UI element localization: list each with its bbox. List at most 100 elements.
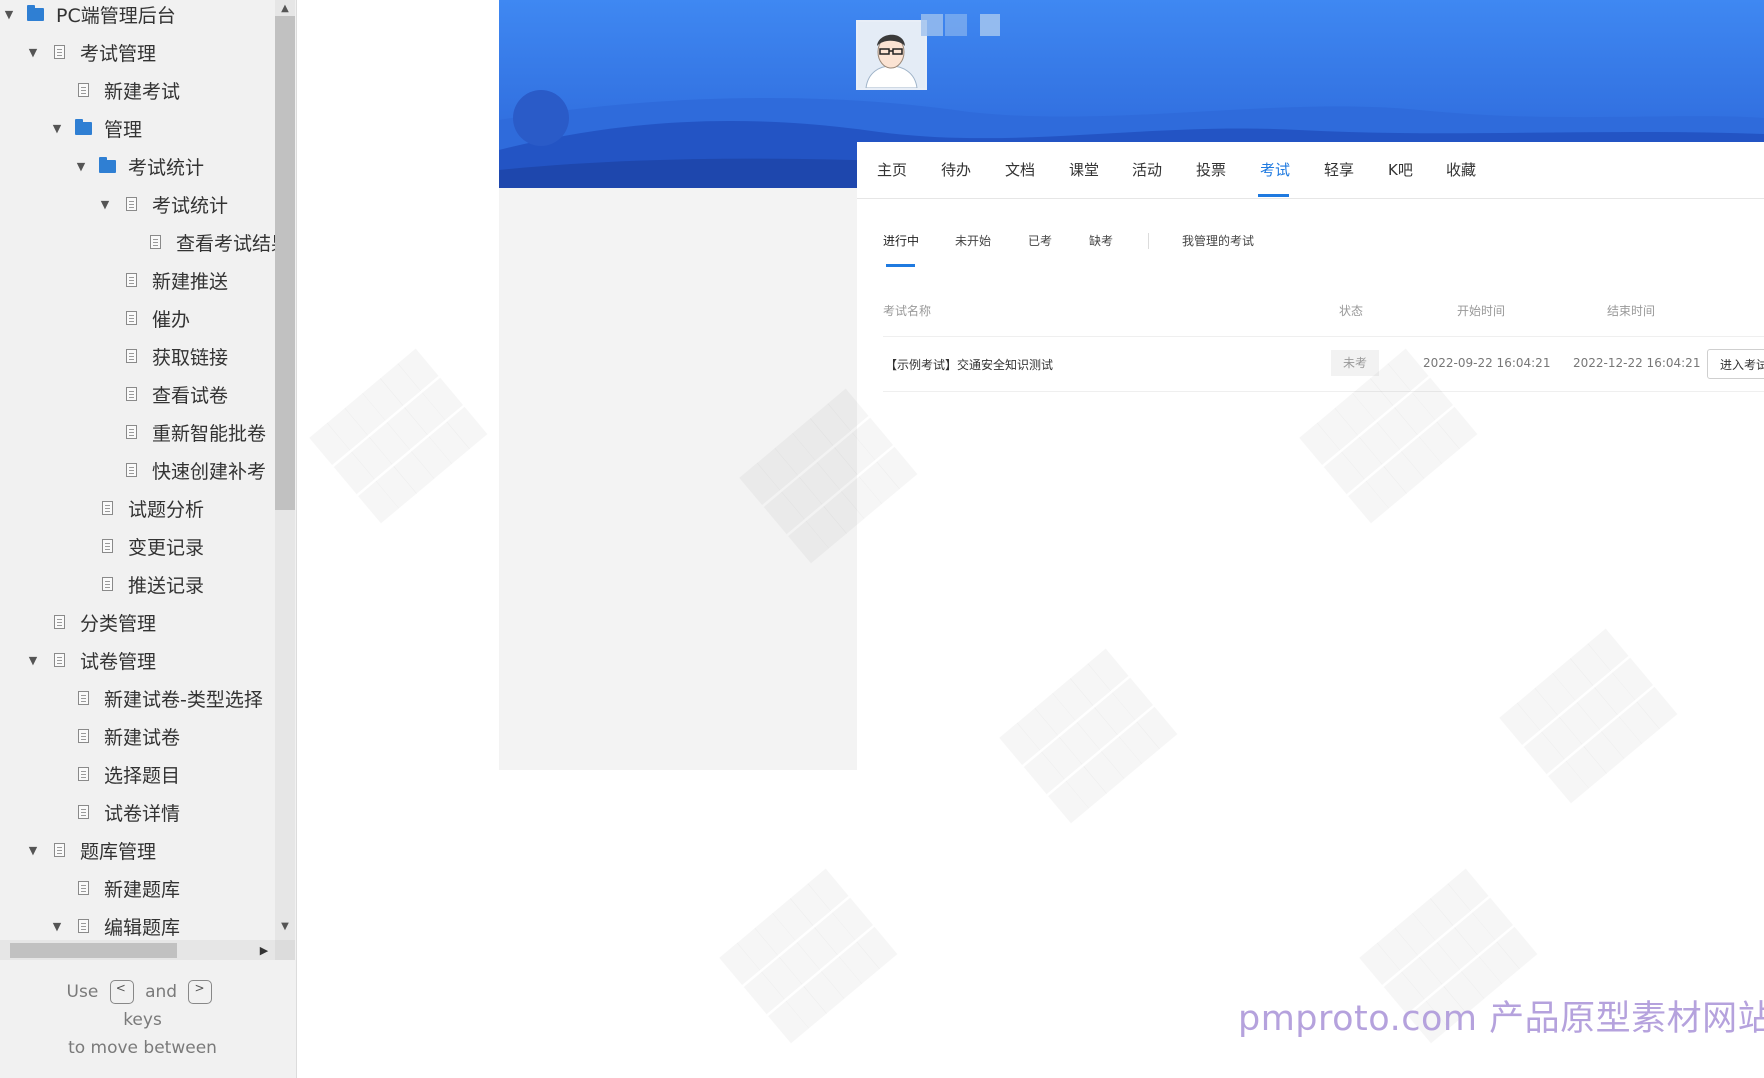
tree-item-label: 新建题库	[104, 878, 181, 901]
tree-item[interactable]: ▼变更记录	[74, 530, 204, 562]
blurred-username	[921, 14, 943, 36]
tree-item[interactable]: ▼新建题库	[50, 872, 180, 904]
user-avatar[interactable]	[856, 20, 927, 90]
page-icon	[74, 766, 92, 782]
nav-tab[interactable]: K吧	[1388, 142, 1413, 198]
tree-horizontal-scrollbar[interactable]: ▶	[0, 940, 275, 960]
tree-item-label: 新建试卷	[104, 726, 181, 749]
vertical-scroll-thumb[interactable]	[275, 16, 295, 510]
page-icon	[122, 196, 140, 212]
tree-vertical-scrollbar[interactable]: ▲ ▼	[275, 0, 295, 940]
hint-move-text: to move between	[68, 1038, 217, 1058]
tree-item[interactable]: ▼新建试卷-类型选择	[50, 682, 263, 714]
nav-tab[interactable]: 文档	[1005, 142, 1035, 198]
expand-triangle-icon[interactable]: ▼	[74, 160, 88, 173]
tree-item[interactable]: ▼新建推送	[98, 264, 228, 296]
tree-item[interactable]: ▼试卷详情	[50, 796, 180, 828]
page-icon	[50, 652, 68, 668]
sub-tab[interactable]: 已考	[1028, 232, 1052, 249]
tree-item-label: 新建推送	[152, 270, 229, 293]
tree-item-label: 查看试卷	[152, 384, 229, 407]
tree-item[interactable]: ▼新建考试	[50, 74, 180, 106]
sub-tab[interactable]: 我管理的考试	[1182, 232, 1254, 249]
tree-item[interactable]: ▼选择题目	[50, 758, 180, 790]
enter-exam-button[interactable]: 进入考试	[1707, 349, 1764, 379]
nav-tab[interactable]: 收藏	[1446, 142, 1476, 198]
prototype-left-panel	[499, 188, 857, 770]
tree-item[interactable]: ▼ 考试统计	[74, 150, 204, 182]
scroll-up-arrow-icon[interactable]: ▲	[275, 0, 295, 16]
page-icon	[50, 842, 68, 858]
scroll-right-arrow-icon[interactable]: ▶	[254, 940, 274, 960]
tree-item[interactable]: ▼分类管理	[26, 606, 156, 638]
page-icon	[122, 310, 140, 326]
nav-tab[interactable]: 活动	[1132, 142, 1162, 198]
expand-triangle-icon[interactable]: ▼	[50, 920, 64, 933]
sub-tab[interactable]: 缺考	[1089, 232, 1113, 249]
page-icon	[98, 576, 116, 592]
tree-item[interactable]: ▼试题分析	[74, 492, 204, 524]
tree-item[interactable]: ▼查看考试结果	[122, 226, 275, 258]
page-icon	[74, 690, 92, 706]
tree-item[interactable]: ▼新建试卷	[50, 720, 180, 752]
nav-tab[interactable]: 考试	[1260, 142, 1290, 198]
scrollbar-corner	[275, 940, 295, 960]
tree-item[interactable]: ▼获取链接	[98, 340, 228, 372]
tree-item[interactable]: ▼ PC端管理后台	[2, 0, 176, 30]
tree-item-label: PC端管理后台	[56, 4, 176, 27]
tree-item-label: 重新智能批卷	[152, 422, 267, 445]
page-icon	[122, 424, 140, 440]
page-icon	[74, 728, 92, 744]
tree-item[interactable]: ▼推送记录	[74, 568, 204, 600]
folder-icon	[74, 118, 92, 136]
expand-triangle-icon[interactable]: ▼	[26, 46, 40, 59]
tree-item-label: 考试统计	[152, 194, 229, 217]
diagonal-watermark: ██████████████████	[720, 869, 899, 1045]
tree-item[interactable]: ▼重新智能批卷	[98, 416, 266, 448]
expand-triangle-icon[interactable]: ▼	[2, 8, 16, 21]
diagonal-watermark: ██████████████████	[310, 349, 489, 525]
tree-item[interactable]: ▼查看试卷	[98, 378, 228, 410]
page-icon	[74, 804, 92, 820]
col-header-start: 开始时间	[1457, 304, 1506, 318]
horizontal-scroll-thumb[interactable]	[10, 943, 177, 958]
page-icon	[74, 880, 92, 896]
tree-item[interactable]: ▼ 考试管理	[26, 36, 156, 68]
tree-item[interactable]: ▼催办	[98, 302, 190, 334]
expand-triangle-icon[interactable]: ▼	[26, 654, 40, 667]
expand-triangle-icon[interactable]: ▼	[98, 198, 112, 211]
tree-item[interactable]: ▼ 试卷管理	[26, 644, 156, 676]
sub-tab[interactable]: 进行中	[883, 232, 919, 249]
exam-content-area	[857, 216, 1764, 770]
expand-triangle-icon[interactable]: ▼	[50, 122, 64, 135]
end-time: 2022-12-22 16:04:21	[1573, 356, 1701, 370]
table-header-divider	[883, 336, 1764, 337]
expand-triangle-icon[interactable]: ▼	[26, 844, 40, 857]
hint-use-text: Use	[66, 982, 99, 1002]
tree-item-label: 查看考试结果	[176, 232, 275, 255]
tree-item[interactable]: ▼快速创建补考	[98, 454, 266, 486]
sub-tab[interactable]: 未开始	[955, 232, 991, 249]
nav-active-indicator	[1258, 194, 1289, 197]
nav-tab[interactable]: 主页	[877, 142, 907, 198]
scroll-down-arrow-icon[interactable]: ▼	[275, 918, 295, 934]
nav-tab[interactable]: 投票	[1196, 142, 1226, 198]
tree-item[interactable]: ▼ 编辑题库	[50, 910, 180, 940]
nav-tab[interactable]: 轻享	[1324, 142, 1354, 198]
tree-item-label: 分类管理	[80, 612, 157, 635]
tree-item-label: 新建考试	[104, 80, 181, 103]
tree-item-label: 试卷详情	[104, 802, 181, 825]
tree-item-label: 试卷管理	[80, 650, 157, 673]
tree-item[interactable]: ▼ 管理	[50, 112, 142, 144]
page-icon	[122, 272, 140, 288]
exam-name[interactable]: 【示例考试】交通安全知识测试	[885, 356, 1053, 373]
hint-and-text: and	[145, 982, 178, 1002]
nav-tab[interactable]: 待办	[941, 142, 971, 198]
main-nav	[857, 142, 1764, 199]
tree-item[interactable]: ▼ 题库管理	[26, 834, 156, 866]
nav-tab[interactable]: 课堂	[1069, 142, 1099, 198]
col-header-name: 考试名称	[883, 304, 932, 318]
tree-item-label: 试题分析	[128, 498, 205, 521]
tree-item[interactable]: ▼ 考试统计	[98, 188, 228, 220]
folder-icon	[26, 4, 44, 22]
